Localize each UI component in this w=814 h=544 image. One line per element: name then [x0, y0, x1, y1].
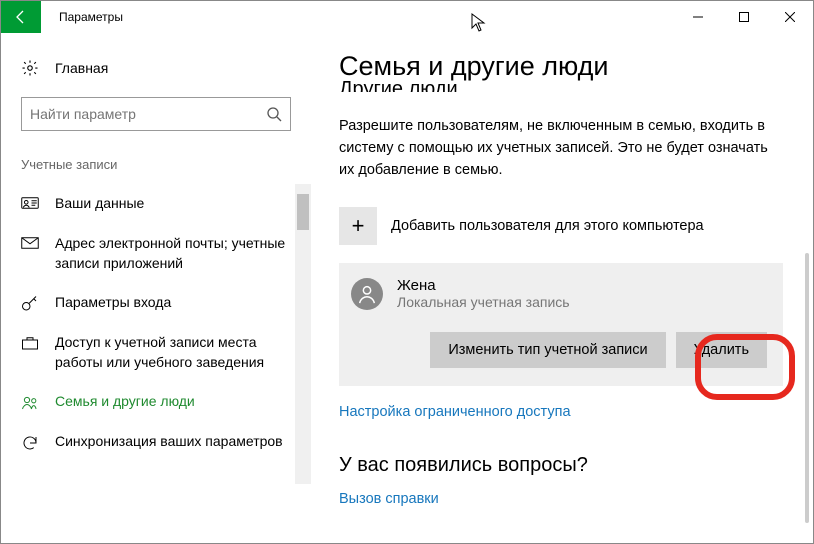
close-button[interactable] — [767, 1, 813, 33]
user-name: Жена — [397, 277, 570, 294]
main-scrollbar[interactable] — [805, 253, 809, 523]
add-user-row[interactable]: + Добавить пользователя для этого компью… — [339, 207, 783, 245]
title-bar: Параметры — [1, 1, 813, 33]
sidebar-item-label: Параметры входа — [55, 293, 171, 313]
change-account-type-button[interactable]: Изменить тип учетной записи — [430, 332, 665, 368]
briefcase-icon — [21, 335, 39, 353]
sidebar-scrollbar[interactable] — [295, 184, 311, 484]
window-controls — [675, 1, 813, 33]
help-link[interactable]: Вызов справки — [339, 491, 783, 507]
back-button[interactable] — [1, 1, 41, 33]
window-title: Параметры — [59, 10, 123, 24]
sidebar: Главная Учетные записи Ваши данные — [1, 33, 311, 543]
nav-list: Ваши данные Адрес электронной почты; уче… — [1, 184, 311, 484]
user-account-type: Локальная учетная запись — [397, 294, 570, 310]
id-card-icon — [21, 196, 39, 214]
restricted-access-link[interactable]: Настройка ограниченного доступа — [339, 404, 783, 420]
sync-icon — [21, 434, 39, 452]
avatar-icon — [351, 278, 383, 310]
mail-icon — [21, 236, 39, 254]
sidebar-item-label: Доступ к учетной записи места работы или… — [55, 333, 291, 372]
add-user-label: Добавить пользователя для этого компьюте… — [391, 218, 704, 234]
search-input[interactable] — [30, 106, 266, 122]
truncated-subheading: Другие люди — [339, 78, 783, 92]
sidebar-item-work-access[interactable]: Доступ к учетной записи места работы или… — [1, 323, 311, 382]
section-header: Учетные записи — [1, 157, 311, 172]
sidebar-item-label: Ваши данные — [55, 194, 144, 214]
people-icon — [21, 394, 39, 412]
sidebar-item-your-info[interactable]: Ваши данные — [1, 184, 311, 224]
user-card[interactable]: Жена Локальная учетная запись Изменить т… — [339, 263, 783, 386]
sidebar-item-email-accounts[interactable]: Адрес электронной почты; учетные записи … — [1, 224, 311, 283]
sidebar-item-signin-options[interactable]: Параметры входа — [1, 283, 311, 323]
search-box[interactable] — [21, 97, 291, 131]
maximize-button[interactable] — [721, 1, 767, 33]
sidebar-item-label: Адрес электронной почты; учетные записи … — [55, 234, 291, 273]
sidebar-item-sync[interactable]: Синхронизация ваших параметров — [1, 422, 311, 462]
search-icon — [266, 106, 282, 122]
sidebar-item-family[interactable]: Семья и другие люди — [1, 382, 311, 422]
key-icon — [21, 295, 39, 313]
home-label: Главная — [55, 60, 108, 76]
minimize-button[interactable] — [675, 1, 721, 33]
sidebar-item-label: Семья и другие люди — [55, 392, 195, 412]
main-panel: Семья и другие люди Другие люди Разрешит… — [311, 33, 813, 543]
help-heading: У вас появились вопросы? — [339, 454, 783, 477]
sidebar-item-label: Синхронизация ваших параметров — [55, 432, 283, 452]
home-nav[interactable]: Главная — [1, 53, 311, 83]
description-text: Разрешите пользователям, не включенным в… — [339, 116, 783, 181]
gear-icon — [21, 59, 39, 77]
scrollbar-thumb[interactable] — [297, 194, 309, 230]
delete-button[interactable]: Удалить — [676, 332, 767, 368]
plus-icon: + — [339, 207, 377, 245]
